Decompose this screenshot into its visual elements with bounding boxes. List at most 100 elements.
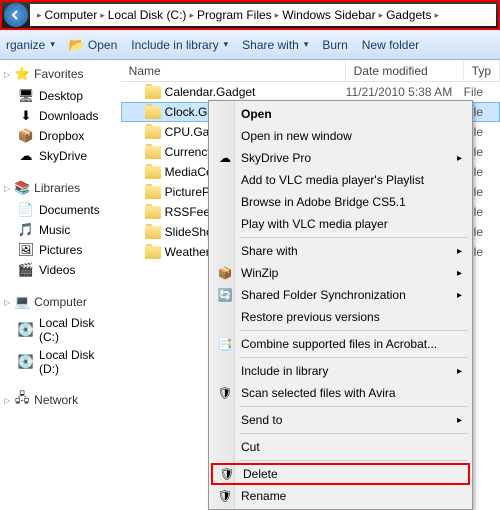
context-separator <box>239 330 468 331</box>
burn-button[interactable]: Burn <box>322 38 347 52</box>
sidebar-item-label: Local Disk (C:) <box>39 316 117 344</box>
chevron-right-icon: ▸ <box>37 10 42 21</box>
context-item-label: Shared Folder Synchronization <box>241 288 406 302</box>
context-item-share-with[interactable]: Share with <box>211 240 470 262</box>
context-item-label: Rename <box>241 489 286 503</box>
breadcrumb-segment[interactable]: Windows Sidebar <box>282 8 375 22</box>
dropbox-icon: 📦 <box>18 128 34 144</box>
breadcrumb-segment[interactable]: Gadgets <box>386 8 431 22</box>
sidebar-item[interactable]: 📦 Dropbox <box>4 126 117 146</box>
context-item-label: Include in library <box>241 364 328 378</box>
new-folder-button[interactable]: New folder <box>362 38 419 52</box>
context-separator <box>239 357 468 358</box>
avira-icon: 🛡 <box>217 385 233 401</box>
context-item-restore-previous-versions[interactable]: Restore previous versions <box>211 306 470 328</box>
sidebar-item-label: Local Disk (D:) <box>39 348 117 376</box>
share-with-button[interactable]: Share with <box>242 38 308 52</box>
chevron-right-icon: ▸ <box>434 10 439 21</box>
sidebar-item[interactable]: ☁SkyDrive <box>4 146 117 166</box>
context-item-label: Open <box>241 107 272 121</box>
folder-icon <box>145 146 161 159</box>
folder-icon <box>145 166 161 179</box>
context-separator <box>239 460 468 461</box>
star-icon: ⭐ <box>14 66 30 82</box>
context-separator <box>239 237 468 238</box>
chevron-right-icon: ▸ <box>379 10 384 21</box>
file-date: 11/21/2010 5:38 AM <box>346 85 464 99</box>
folder-icon <box>145 206 161 219</box>
context-item-label: Share with <box>241 244 298 258</box>
folder-open-icon: 📂 <box>69 37 85 53</box>
context-item-add-to-vlc-media-player-s-playlist[interactable]: Add to VLC media player's Playlist <box>211 169 470 191</box>
sidebar-item[interactable]: 🖥Desktop <box>4 86 117 106</box>
sidebar-item[interactable]: 📄Documents <box>4 200 117 220</box>
context-item-browse-in-adobe-bridge-cs[interactable]: Browse in Adobe Bridge CS5.1 <box>211 191 470 213</box>
context-item-skydrive-pro[interactable]: ☁ SkyDrive Pro <box>211 147 470 169</box>
sidebar-section-header[interactable]: ⭐Favorites <box>4 66 117 82</box>
folder-icon <box>145 186 161 199</box>
column-headers: Name Date modified Typ <box>121 60 500 82</box>
sidebar-section-header[interactable]: 💻 Computer <box>4 294 117 310</box>
context-item-label: Add to VLC media player's Playlist <box>241 173 424 187</box>
column-date[interactable]: Date modified <box>346 60 464 81</box>
file-type: File <box>464 85 483 99</box>
sidebar-item[interactable]: 🎵Music <box>4 220 117 240</box>
context-item-send-to[interactable]: Send to <box>211 409 470 431</box>
cloud-icon: ☁ <box>217 150 233 166</box>
column-name[interactable]: Name <box>121 60 346 81</box>
breadcrumb-segment[interactable]: Program Files <box>197 8 272 22</box>
organize-button[interactable]: rganize <box>6 38 55 52</box>
context-item-scan-selected-files-with-avira[interactable]: 🛡 Scan selected files with Avira <box>211 382 470 404</box>
breadcrumb-segment[interactable]: Local Disk (C:) <box>108 8 187 22</box>
context-item-combine-supported-files-in-acrobat[interactable]: 📑Combine supported files in Acrobat... <box>211 333 470 355</box>
zip-icon: 📦 <box>217 265 233 281</box>
context-item-delete[interactable]: 🛡Delete <box>211 463 470 485</box>
sidebar-item-label: Desktop <box>39 89 83 103</box>
context-item-label: Play with VLC media player <box>241 217 388 231</box>
sidebar-item-label: Downloads <box>39 109 98 123</box>
skydrive-icon: ☁ <box>18 148 34 164</box>
folder-icon <box>145 226 161 239</box>
context-item-cut[interactable]: Cut <box>211 436 470 458</box>
disk-icon: 💽 <box>18 322 34 338</box>
breadcrumb-segment[interactable]: Computer <box>45 8 98 22</box>
shield-icon: 🛡 <box>217 488 233 504</box>
file-row[interactable]: Calendar.Gadget11/21/2010 5:38 AMFile <box>121 82 500 102</box>
sidebar-section-label: Computer <box>34 295 87 309</box>
sidebar-item[interactable]: ⬇Downloads <box>4 106 117 126</box>
column-type[interactable]: Typ <box>464 60 500 81</box>
folder-icon <box>145 106 161 119</box>
context-item-play-with-vlc-media-player[interactable]: Play with VLC media player <box>211 213 470 235</box>
include-library-button[interactable]: Include in library <box>131 38 228 52</box>
context-item-label: SkyDrive Pro <box>241 151 311 165</box>
navigation-pane: ⭐Favorites 🖥Desktop⬇Downloads 📦 Dropbox ☁Sky… <box>0 60 121 500</box>
shield-icon: 🛡 <box>219 466 235 482</box>
context-item-open-in-new-window[interactable]: Open in new window <box>211 125 470 147</box>
folder-icon <box>145 246 161 259</box>
sidebar-item[interactable]: 🎬Videos <box>4 260 117 280</box>
open-button[interactable]: 📂Open <box>69 37 117 53</box>
context-item-shared-folder-synchronization[interactable]: 🔄Shared Folder Synchronization <box>211 284 470 306</box>
sidebar-section-header[interactable]: 🖧Network <box>4 392 117 408</box>
context-item-open[interactable]: Open <box>211 103 470 125</box>
sidebar-item[interactable]: 💽 Local Disk (C:) <box>4 314 117 346</box>
context-item-rename[interactable]: 🛡 Rename <box>211 485 470 507</box>
breadcrumb-bar[interactable]: ▸Computer▸Local Disk (C:)▸Program Files▸… <box>30 4 496 26</box>
chevron-right-icon: ▸ <box>275 10 280 21</box>
music-icon: 🎵 <box>18 222 34 238</box>
back-button[interactable] <box>4 3 28 27</box>
chevron-right-icon: ▸ <box>189 10 194 21</box>
lib-icon: 📚 <box>14 180 30 196</box>
address-bar: ▸Computer▸Local Disk (C:)▸Program Files▸… <box>0 0 500 30</box>
context-item-winzip[interactable]: 📦WinZip <box>211 262 470 284</box>
sidebar-item-label: Documents <box>39 203 100 217</box>
sidebar-item[interactable]: 🖼Pictures <box>4 240 117 260</box>
context-item-label: Scan selected files with Avira <box>241 386 396 400</box>
sidebar-item-label: Dropbox <box>39 129 84 143</box>
sidebar-section-header[interactable]: 📚 Libraries <box>4 180 117 196</box>
context-item-include-in-library[interactable]: Include in library <box>211 360 470 382</box>
sidebar-section-label: Libraries <box>34 181 80 195</box>
sidebar-item[interactable]: 💽Local Disk (D:) <box>4 346 117 378</box>
comp-icon: 💻 <box>14 294 30 310</box>
context-item-label: Cut <box>241 440 260 454</box>
